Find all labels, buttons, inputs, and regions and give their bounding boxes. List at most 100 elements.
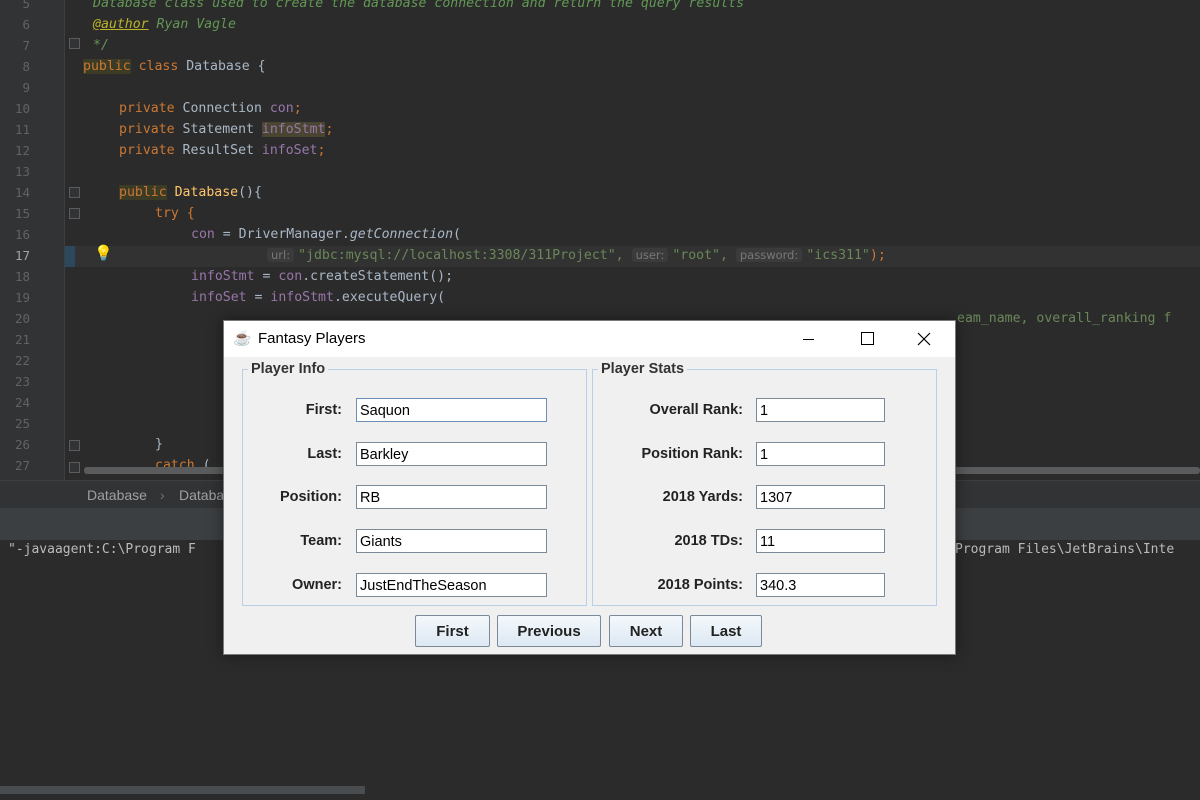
line-number: 15 [14, 206, 30, 221]
line-number: 26 [14, 437, 30, 452]
team-row: Team: [243, 529, 586, 555]
first-name-field[interactable] [356, 398, 547, 422]
maximize-button[interactable] [837, 321, 895, 357]
code-line: Database class used to create the databa… [93, 0, 745, 11]
line-number: 16 [14, 227, 30, 242]
line-number-current: 17 [14, 248, 30, 263]
position-row: Position: [243, 485, 586, 511]
yards-label: 2018 Yards: [662, 489, 743, 505]
line-number: 19 [14, 290, 30, 305]
position-rank-label: Position Rank: [641, 446, 743, 462]
parameter-hint: password: [735, 248, 803, 262]
fantasy-players-window: ☕ Fantasy Players Player Info First: Las… [223, 320, 956, 655]
owner-row: Owner: [243, 573, 586, 599]
previous-button[interactable]: Previous [497, 615, 601, 647]
code-line: private ResultSet infoSet; [119, 143, 326, 158]
code-line: infoSet = infoStmt.executeQuery( [191, 290, 446, 305]
line-number: 21 [14, 332, 30, 347]
overall-rank-field[interactable] [756, 398, 885, 422]
line-number: 11 [14, 122, 30, 137]
lightbulb-icon[interactable]: 💡 [94, 244, 113, 262]
code-line: infoStmt = con.createStatement(); [191, 269, 454, 284]
team-label: Team: [300, 533, 342, 549]
line-number: 25 [14, 416, 30, 431]
code-line: */ [93, 38, 109, 53]
current-line-marker [65, 246, 75, 267]
first-name-label: First: [305, 402, 342, 418]
fold-marker-icon[interactable] [69, 38, 80, 49]
tds-row: 2018 TDs: [593, 529, 936, 555]
line-number: 13 [14, 164, 30, 179]
close-icon [917, 332, 931, 346]
code-line: public class Database { [83, 59, 266, 74]
position-rank-field[interactable] [756, 442, 885, 466]
overall-rank-label: Overall Rank: [649, 402, 744, 418]
overall-rank-row: Overall Rank: [593, 398, 936, 424]
breadcrumb-item[interactable]: Database [87, 487, 147, 503]
line-number: 27 [14, 458, 30, 473]
line-number: 12 [14, 143, 30, 158]
line-number: 10 [14, 101, 30, 116]
last-name-field[interactable] [356, 442, 547, 466]
points-field[interactable] [756, 573, 885, 597]
fold-marker-icon[interactable] [69, 440, 80, 451]
points-label: 2018 Points: [657, 577, 743, 593]
run-output-line: "-javaagent:C:\Program F [8, 542, 196, 557]
last-name-row: Last: [243, 442, 586, 468]
position-field[interactable] [356, 485, 547, 509]
code-line: @author Ryan Vagle [93, 17, 236, 32]
code-line: try { [155, 206, 195, 221]
owner-label: Owner: [292, 577, 342, 593]
line-number: 8 [22, 59, 30, 74]
parameter-hint: user: [631, 248, 669, 262]
parameter-hint: url: [267, 248, 295, 262]
position-rank-row: Position Rank: [593, 442, 936, 468]
code-line: con = DriverManager.getConnection( [191, 227, 461, 242]
line-number: 24 [14, 395, 30, 410]
line-number: 5 [22, 0, 30, 11]
owner-field[interactable] [356, 573, 547, 597]
player-info-legend: Player Info [251, 361, 326, 377]
first-name-row: First: [243, 398, 586, 424]
minimize-button[interactable] [779, 321, 837, 357]
player-stats-group: Player Stats Overall Rank: Position Rank… [592, 361, 937, 606]
close-button[interactable] [895, 321, 953, 357]
code-line: public Database(){ [119, 185, 262, 200]
fold-marker-icon[interactable] [69, 462, 80, 473]
last-name-label: Last: [307, 446, 342, 462]
gutter-separator [64, 0, 65, 480]
run-horizontal-scrollbar[interactable] [0, 786, 365, 794]
line-number: 22 [14, 353, 30, 368]
fold-marker-icon[interactable] [69, 208, 80, 219]
line-number: 6 [22, 17, 30, 32]
line-number: 20 [14, 311, 30, 326]
line-number: 14 [14, 185, 30, 200]
yards-field[interactable] [756, 485, 885, 509]
line-number: 23 [14, 374, 30, 389]
breadcrumb-item[interactable]: Databa [179, 487, 224, 503]
tds-field[interactable] [756, 529, 885, 553]
window-titlebar[interactable]: ☕ Fantasy Players [224, 321, 955, 357]
code-line: private Statement infoStmt; [119, 122, 334, 137]
points-row: 2018 Points: [593, 573, 936, 599]
breadcrumb-separator-icon: › [160, 487, 165, 503]
line-number: 7 [22, 38, 30, 53]
line-number: 18 [14, 269, 30, 284]
code-line: eam_name, overall_ranking f [957, 311, 1172, 326]
tds-label: 2018 TDs: [674, 533, 743, 549]
run-output-line: Program Files\JetBrains\Inte [955, 542, 1175, 557]
player-info-group: Player Info First: Last: Position: Team:… [242, 361, 587, 606]
team-field[interactable] [356, 529, 547, 553]
yards-row: 2018 Yards: [593, 485, 936, 511]
first-button[interactable]: First [415, 615, 490, 647]
code-line: private Connection con; [119, 101, 302, 116]
next-button[interactable]: Next [609, 615, 683, 647]
last-button[interactable]: Last [690, 615, 762, 647]
code-line-current: url: "jdbc:mysql://localhost:3308/311Proj… [267, 245, 1200, 266]
java-cup-icon: ☕ [233, 330, 252, 347]
position-label: Position: [279, 489, 342, 505]
window-title: Fantasy Players [258, 330, 366, 347]
player-stats-legend: Player Stats [601, 361, 685, 377]
fold-marker-icon[interactable] [69, 187, 80, 198]
line-number: 9 [22, 80, 30, 95]
